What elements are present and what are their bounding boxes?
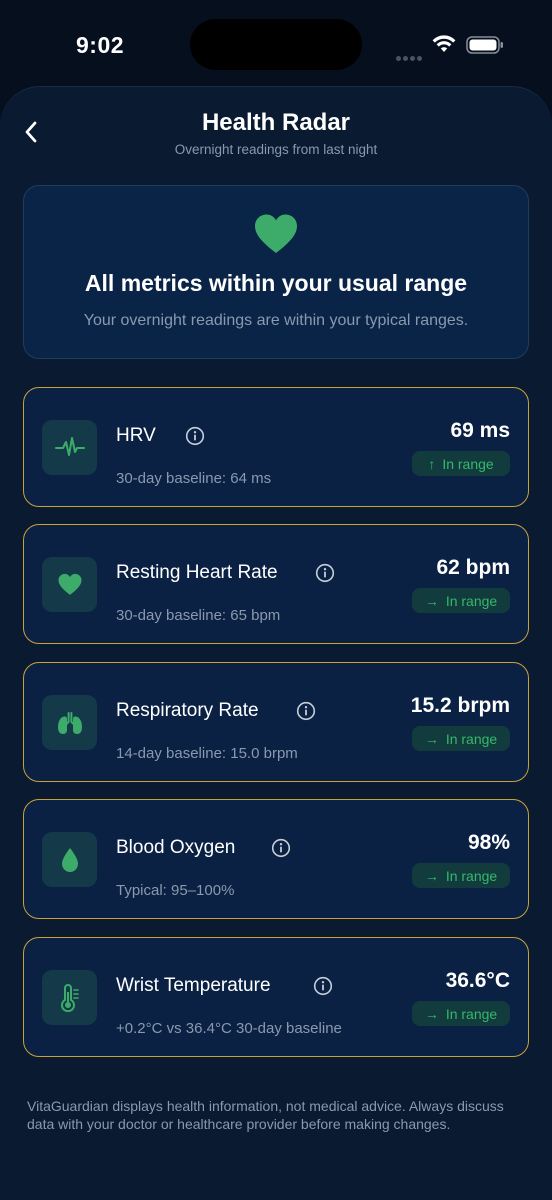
info-icon[interactable] bbox=[271, 838, 291, 858]
arrow-right-icon: → bbox=[424, 1005, 439, 1022]
arrow-right-icon: → bbox=[424, 730, 439, 747]
status-badge: ↑ In range bbox=[412, 451, 510, 476]
metric-name: Wrist Temperature bbox=[116, 975, 271, 996]
status-time: 9:02 bbox=[76, 32, 125, 58]
metric-card-wrist-temperature[interactable]: Wrist Temperature +0.2°C vs 36.4°C 30-da… bbox=[23, 937, 529, 1057]
thermometer-icon bbox=[42, 970, 97, 1025]
droplet-icon bbox=[42, 832, 97, 887]
status-bar: 9:02 bbox=[0, 0, 552, 86]
metric-baseline: Typical: 95–100% bbox=[116, 882, 235, 899]
metric-value: 36.6°C bbox=[445, 969, 510, 992]
arrow-right-icon: → bbox=[424, 592, 439, 609]
arrow-up-icon: ↑ bbox=[428, 455, 436, 472]
status-badge: → In range bbox=[412, 588, 510, 613]
heart-icon bbox=[253, 213, 299, 260]
pulse-icon bbox=[42, 420, 97, 475]
metric-name: HRV bbox=[116, 425, 156, 446]
status-label: In range bbox=[445, 867, 498, 884]
status-label: In range bbox=[445, 592, 498, 609]
status-label: In range bbox=[442, 455, 494, 472]
metric-value: 62 bpm bbox=[436, 556, 510, 579]
metric-card-hrv[interactable]: HRV 30-day baseline: 64 ms 69 ms ↑ In ra… bbox=[23, 387, 529, 507]
page-subtitle: Overnight readings from last night bbox=[174, 142, 378, 157]
metric-baseline: 30-day baseline: 64 ms bbox=[116, 470, 272, 487]
metric-name: Respiratory Rate bbox=[116, 700, 259, 721]
arrow-right-icon: → bbox=[424, 867, 439, 884]
status-label: In range bbox=[445, 1005, 498, 1022]
wifi-icon bbox=[432, 35, 456, 58]
metric-baseline: 14-day baseline: 15.0 brpm bbox=[116, 745, 298, 762]
metric-card-blood-oxygen[interactable]: Blood Oxygen Typical: 95–100% 98% → In r… bbox=[23, 799, 529, 919]
info-icon[interactable] bbox=[313, 976, 333, 996]
health-radar-sheet: Health Radar Overnight readings from las… bbox=[0, 86, 552, 1200]
status-label: In range bbox=[445, 730, 498, 747]
cellular-signal-icon bbox=[396, 48, 424, 66]
metric-name: Blood Oxygen bbox=[116, 837, 236, 858]
metric-baseline: 30-day baseline: 65 bpm bbox=[116, 607, 281, 624]
page-title: Health Radar bbox=[201, 109, 351, 136]
metric-card-respiratory-rate[interactable]: Respiratory Rate 14-day baseline: 15.0 b… bbox=[23, 662, 529, 782]
info-icon[interactable] bbox=[315, 563, 335, 583]
summary-card: All metrics within your usual range Your… bbox=[23, 185, 529, 359]
status-badge: → In range bbox=[412, 726, 510, 751]
info-icon[interactable] bbox=[185, 426, 205, 446]
metric-value: 98% bbox=[467, 831, 510, 854]
heart-icon bbox=[42, 557, 97, 612]
disclaimer: VitaGuardian displays health information… bbox=[27, 1098, 504, 1132]
info-icon[interactable] bbox=[296, 701, 316, 721]
metric-card-resting-heart-rate[interactable]: Resting Heart Rate 30-day baseline: 65 b… bbox=[23, 524, 529, 644]
status-badge: → In range bbox=[412, 863, 510, 888]
dynamic-island bbox=[190, 19, 362, 70]
metric-value: 15.2 brpm bbox=[410, 694, 510, 717]
summary-title: All metrics within your usual range bbox=[84, 270, 468, 296]
metric-value: 69 ms bbox=[450, 419, 510, 442]
lungs-icon bbox=[42, 695, 97, 750]
metric-baseline: +0.2°C vs 36.4°C 30-day baseline bbox=[116, 1020, 342, 1037]
metric-name: Resting Heart Rate bbox=[116, 562, 278, 583]
status-badge: → In range bbox=[412, 1001, 510, 1026]
summary-text: Your overnight readings are within your … bbox=[83, 312, 469, 329]
battery-icon bbox=[466, 36, 504, 59]
